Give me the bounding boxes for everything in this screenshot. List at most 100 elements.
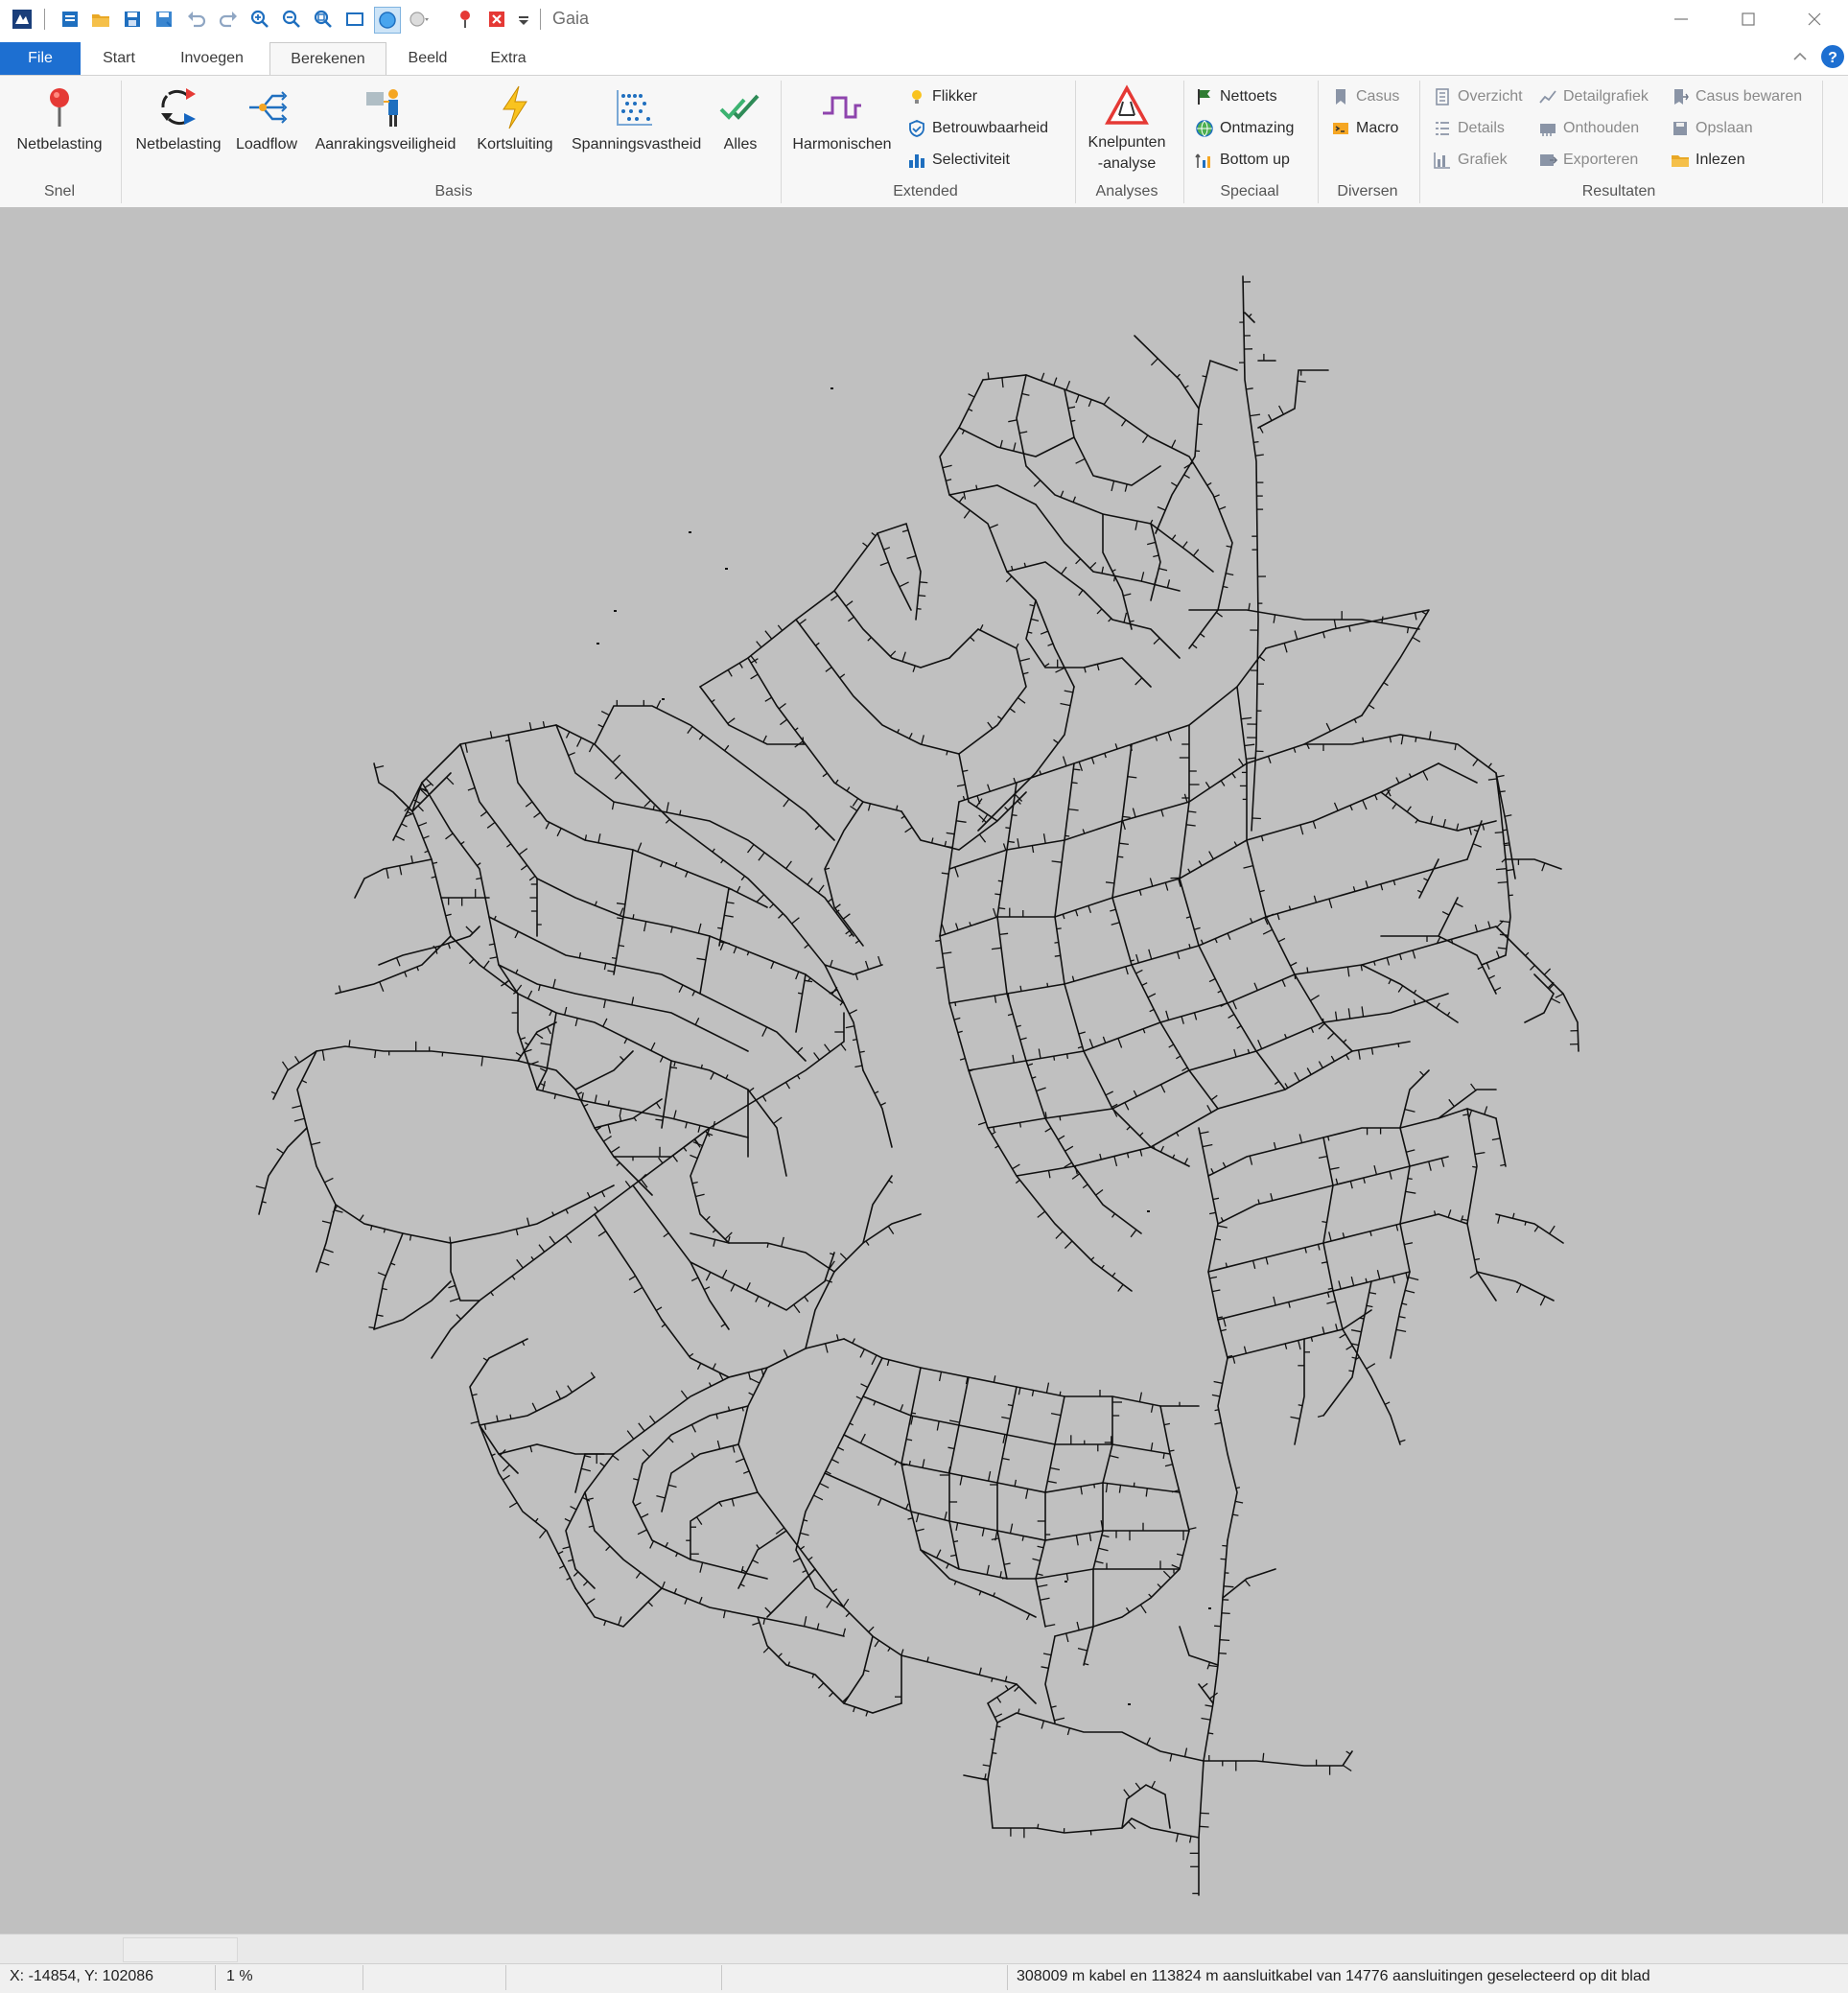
connection-stub xyxy=(262,1202,266,1203)
betrouwbaarheid-button[interactable]: Betrouwbaarheid xyxy=(903,116,1048,141)
connection-stub xyxy=(604,1621,606,1626)
connection-stub xyxy=(864,1670,869,1671)
connection-stub xyxy=(1311,1028,1313,1033)
connection-stub xyxy=(1131,960,1135,961)
save-icon[interactable] xyxy=(120,7,145,32)
connection-stub xyxy=(527,1218,529,1226)
new-icon[interactable] xyxy=(58,7,82,32)
zoom-in-icon[interactable] xyxy=(247,7,272,32)
network-cable xyxy=(1199,361,1237,409)
delete-icon[interactable] xyxy=(484,7,509,32)
tab-start[interactable]: Start xyxy=(92,42,146,75)
connection-stub xyxy=(1032,846,1033,853)
redo-icon[interactable] xyxy=(216,7,241,32)
close-button[interactable] xyxy=(1781,0,1848,38)
connection-stub xyxy=(662,1325,666,1327)
circle-select-icon[interactable] xyxy=(374,7,401,34)
open-folder-icon[interactable] xyxy=(88,7,113,32)
connection-stub xyxy=(1414,990,1415,993)
pin-icon[interactable] xyxy=(453,7,478,32)
sheet-tab[interactable] xyxy=(123,1937,238,1962)
netbelasting-button[interactable]: Netbelasting xyxy=(132,81,224,167)
maximize-button[interactable] xyxy=(1715,0,1782,38)
connection-stub xyxy=(1186,917,1191,918)
exporteren-button[interactable]: Exporteren xyxy=(1534,148,1638,173)
rectangle-select-icon[interactable] xyxy=(342,7,367,32)
harmonischen-button[interactable]: Harmonischen xyxy=(790,81,894,167)
network-cable xyxy=(480,1377,604,1454)
tab-file[interactable]: File xyxy=(0,42,81,75)
loadflow-button[interactable]: Loadflow xyxy=(230,81,303,167)
tab-invoegen[interactable]: Invoegen xyxy=(169,42,255,75)
opslaan-button[interactable]: Opslaan xyxy=(1667,116,1753,141)
aanrakingsveiligheid-button[interactable]: Aanrakingsveiligheid xyxy=(313,81,458,167)
nettoets-button[interactable]: Nettoets xyxy=(1191,84,1277,109)
connection-stub xyxy=(774,1117,783,1123)
connection-stub xyxy=(854,1066,862,1067)
connection-stub xyxy=(697,1517,702,1525)
flikker-button[interactable]: Flikker xyxy=(903,84,977,109)
customize-icon[interactable] xyxy=(511,7,536,32)
connection-stub xyxy=(957,785,965,786)
isolated-node xyxy=(1064,1581,1067,1583)
inlezen-button[interactable]: Inlezen xyxy=(1667,148,1745,173)
connection-stub xyxy=(1282,980,1285,987)
ontmazing-button[interactable]: Ontmazing xyxy=(1191,116,1294,141)
onthouden-button[interactable]: Onthouden xyxy=(1534,116,1639,141)
network-map-canvas[interactable] xyxy=(0,207,1848,1934)
connection-stub xyxy=(256,1186,266,1189)
knelpunten-analyse-button[interactable]: Knelpunten -analyse xyxy=(1082,81,1172,167)
bulb-icon xyxy=(907,87,926,106)
connection-stub xyxy=(418,806,424,811)
undo-icon[interactable] xyxy=(184,7,209,32)
connection-stub xyxy=(1398,1043,1399,1047)
casus-bewaren-button[interactable]: Casus bewaren xyxy=(1667,84,1802,109)
connection-stub xyxy=(1214,1626,1221,1627)
connection-stub xyxy=(1505,845,1509,846)
tab-extra[interactable]: Extra xyxy=(481,42,535,75)
detailgrafiek-button[interactable]: Detailgrafiek xyxy=(1534,84,1649,109)
connection-stub xyxy=(595,1095,597,1104)
spanningsvastheid-button[interactable]: Spanningsvastheid xyxy=(572,81,698,167)
connection-stub xyxy=(785,1082,789,1089)
tab-beeld[interactable]: Beeld xyxy=(401,42,455,75)
casus-button[interactable]: Casus xyxy=(1327,84,1399,109)
save-as-icon[interactable] xyxy=(152,7,176,32)
selectiviteit-button[interactable]: Selectiviteit xyxy=(903,148,1010,173)
overzicht-button[interactable]: Overzicht xyxy=(1429,84,1523,109)
connection-stub xyxy=(728,670,732,677)
network-cable xyxy=(1525,974,1554,1022)
connection-stub xyxy=(883,548,890,551)
connection-stub xyxy=(377,1315,384,1316)
alles-button[interactable]: Alles xyxy=(706,81,775,167)
network-drawing[interactable] xyxy=(0,207,1848,1934)
connection-stub xyxy=(778,625,782,631)
connection-stub xyxy=(527,991,531,998)
help-icon[interactable]: ? xyxy=(1820,44,1845,69)
connection-stub xyxy=(866,961,869,970)
connection-stub xyxy=(553,979,555,988)
zoom-out-icon[interactable] xyxy=(279,7,304,32)
app-logo-icon[interactable] xyxy=(10,7,35,32)
macro-terminal-icon xyxy=(1331,119,1350,138)
connection-stub xyxy=(680,810,681,815)
snel-netbelasting-button[interactable]: Netbelasting xyxy=(10,81,109,167)
collapse-ribbon-icon[interactable] xyxy=(1790,46,1811,67)
connection-stub xyxy=(1152,1404,1154,1412)
connection-stub xyxy=(956,924,958,930)
connection-stub xyxy=(1330,1167,1340,1169)
circle-dropdown-icon[interactable] xyxy=(407,7,432,32)
minimize-button[interactable] xyxy=(1648,0,1715,38)
grafiek-button[interactable]: Grafiek xyxy=(1429,148,1508,173)
bottom-up-button[interactable]: Bottom up xyxy=(1191,148,1290,173)
connection-stub xyxy=(713,849,714,852)
connection-stub xyxy=(598,725,603,728)
connection-stub xyxy=(853,1339,855,1344)
details-button[interactable]: Details xyxy=(1429,116,1505,141)
zoom-fit-icon[interactable] xyxy=(311,7,336,32)
macro-button[interactable]: Macro xyxy=(1327,116,1398,141)
connection-stub xyxy=(1473,844,1482,847)
connection-stub xyxy=(1239,759,1244,765)
kortsluiting-button[interactable]: Kortsluiting xyxy=(470,81,560,167)
tab-berekenen[interactable]: Berekenen xyxy=(269,42,386,76)
